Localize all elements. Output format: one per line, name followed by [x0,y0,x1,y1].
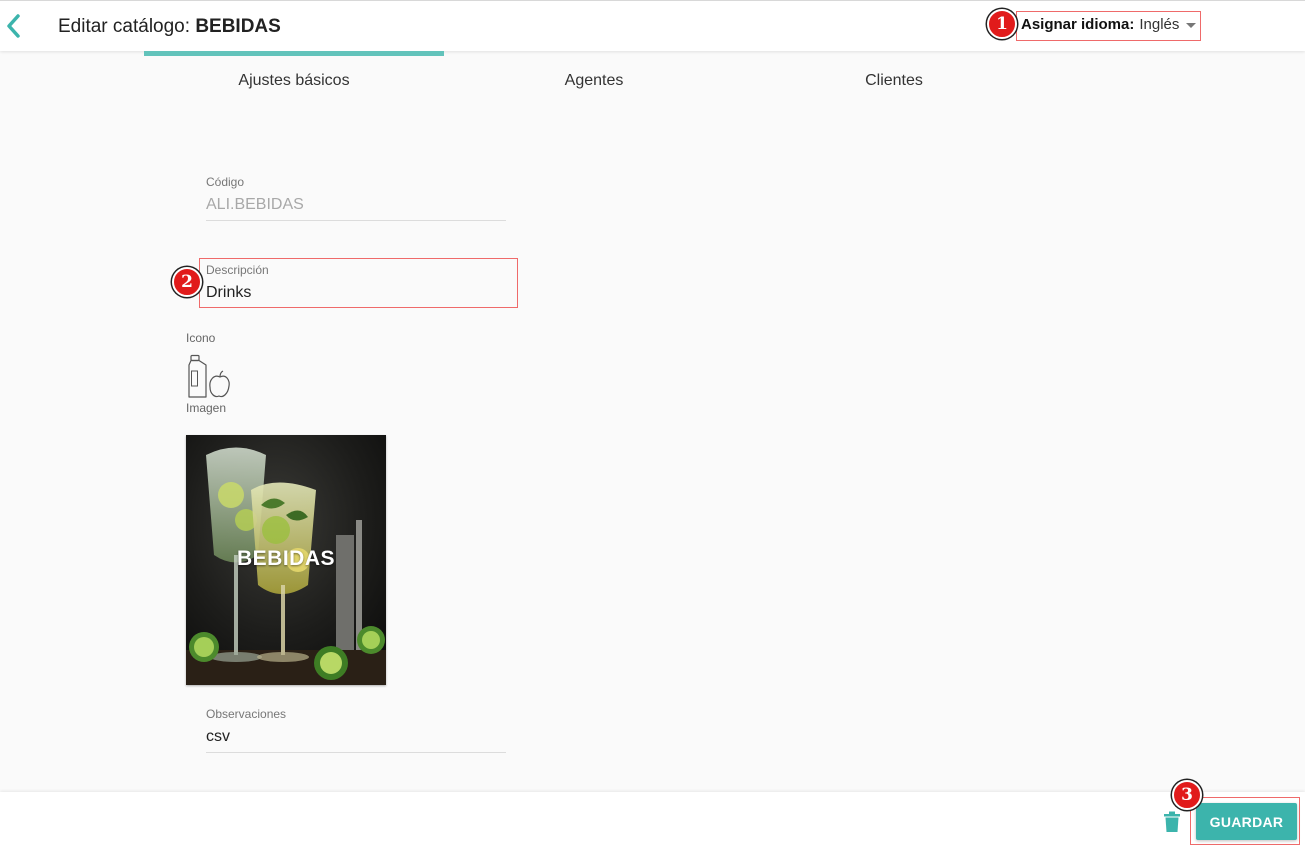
code-underline [206,220,506,221]
catalog-image[interactable]: BEBIDAS [186,435,386,685]
back-button[interactable] [3,12,25,40]
code-field [206,192,506,218]
step-badge-2: 2 [172,267,202,297]
observations-field[interactable] [206,724,506,750]
description-label: Descripción [206,263,269,277]
active-tab-indicator [144,51,444,56]
page-title-name: BEBIDAS [195,16,281,37]
language-selector[interactable]: Asignar idioma: Inglés [1021,16,1197,33]
chevron-left-icon [7,14,20,38]
code-label: Código [206,175,245,189]
page-title-prefix: Editar catálogo: [58,16,196,37]
image-caption: BEBIDAS [236,547,335,570]
language-label: Asignar idioma: [1021,16,1135,33]
caret-down-icon [1186,23,1197,28]
language-value: Inglés [1139,16,1180,33]
tab-basic-settings[interactable]: Ajustes básicos [144,72,444,90]
page-title: Editar catálogo: BEBIDAS [58,16,281,38]
observations-underline [206,752,506,753]
delete-button[interactable] [1163,811,1181,833]
description-field[interactable] [206,280,506,306]
footer-bar [0,792,1305,847]
tab-agents[interactable]: Agentes [444,72,744,90]
trash-icon [1164,811,1180,832]
icon-label: Icono [186,331,216,345]
observations-label: Observaciones [206,707,287,721]
save-button[interactable]: GUARDAR [1196,803,1297,840]
tab-clients[interactable]: Clientes [744,72,1044,90]
step-badge-1: 1 [987,9,1017,39]
image-label: Imagen [186,401,227,415]
page: Editar catálogo: BEBIDAS Asignar idioma:… [0,0,1305,847]
bottle-apple-icon[interactable] [186,354,232,400]
step-badge-3: 3 [1172,780,1202,810]
